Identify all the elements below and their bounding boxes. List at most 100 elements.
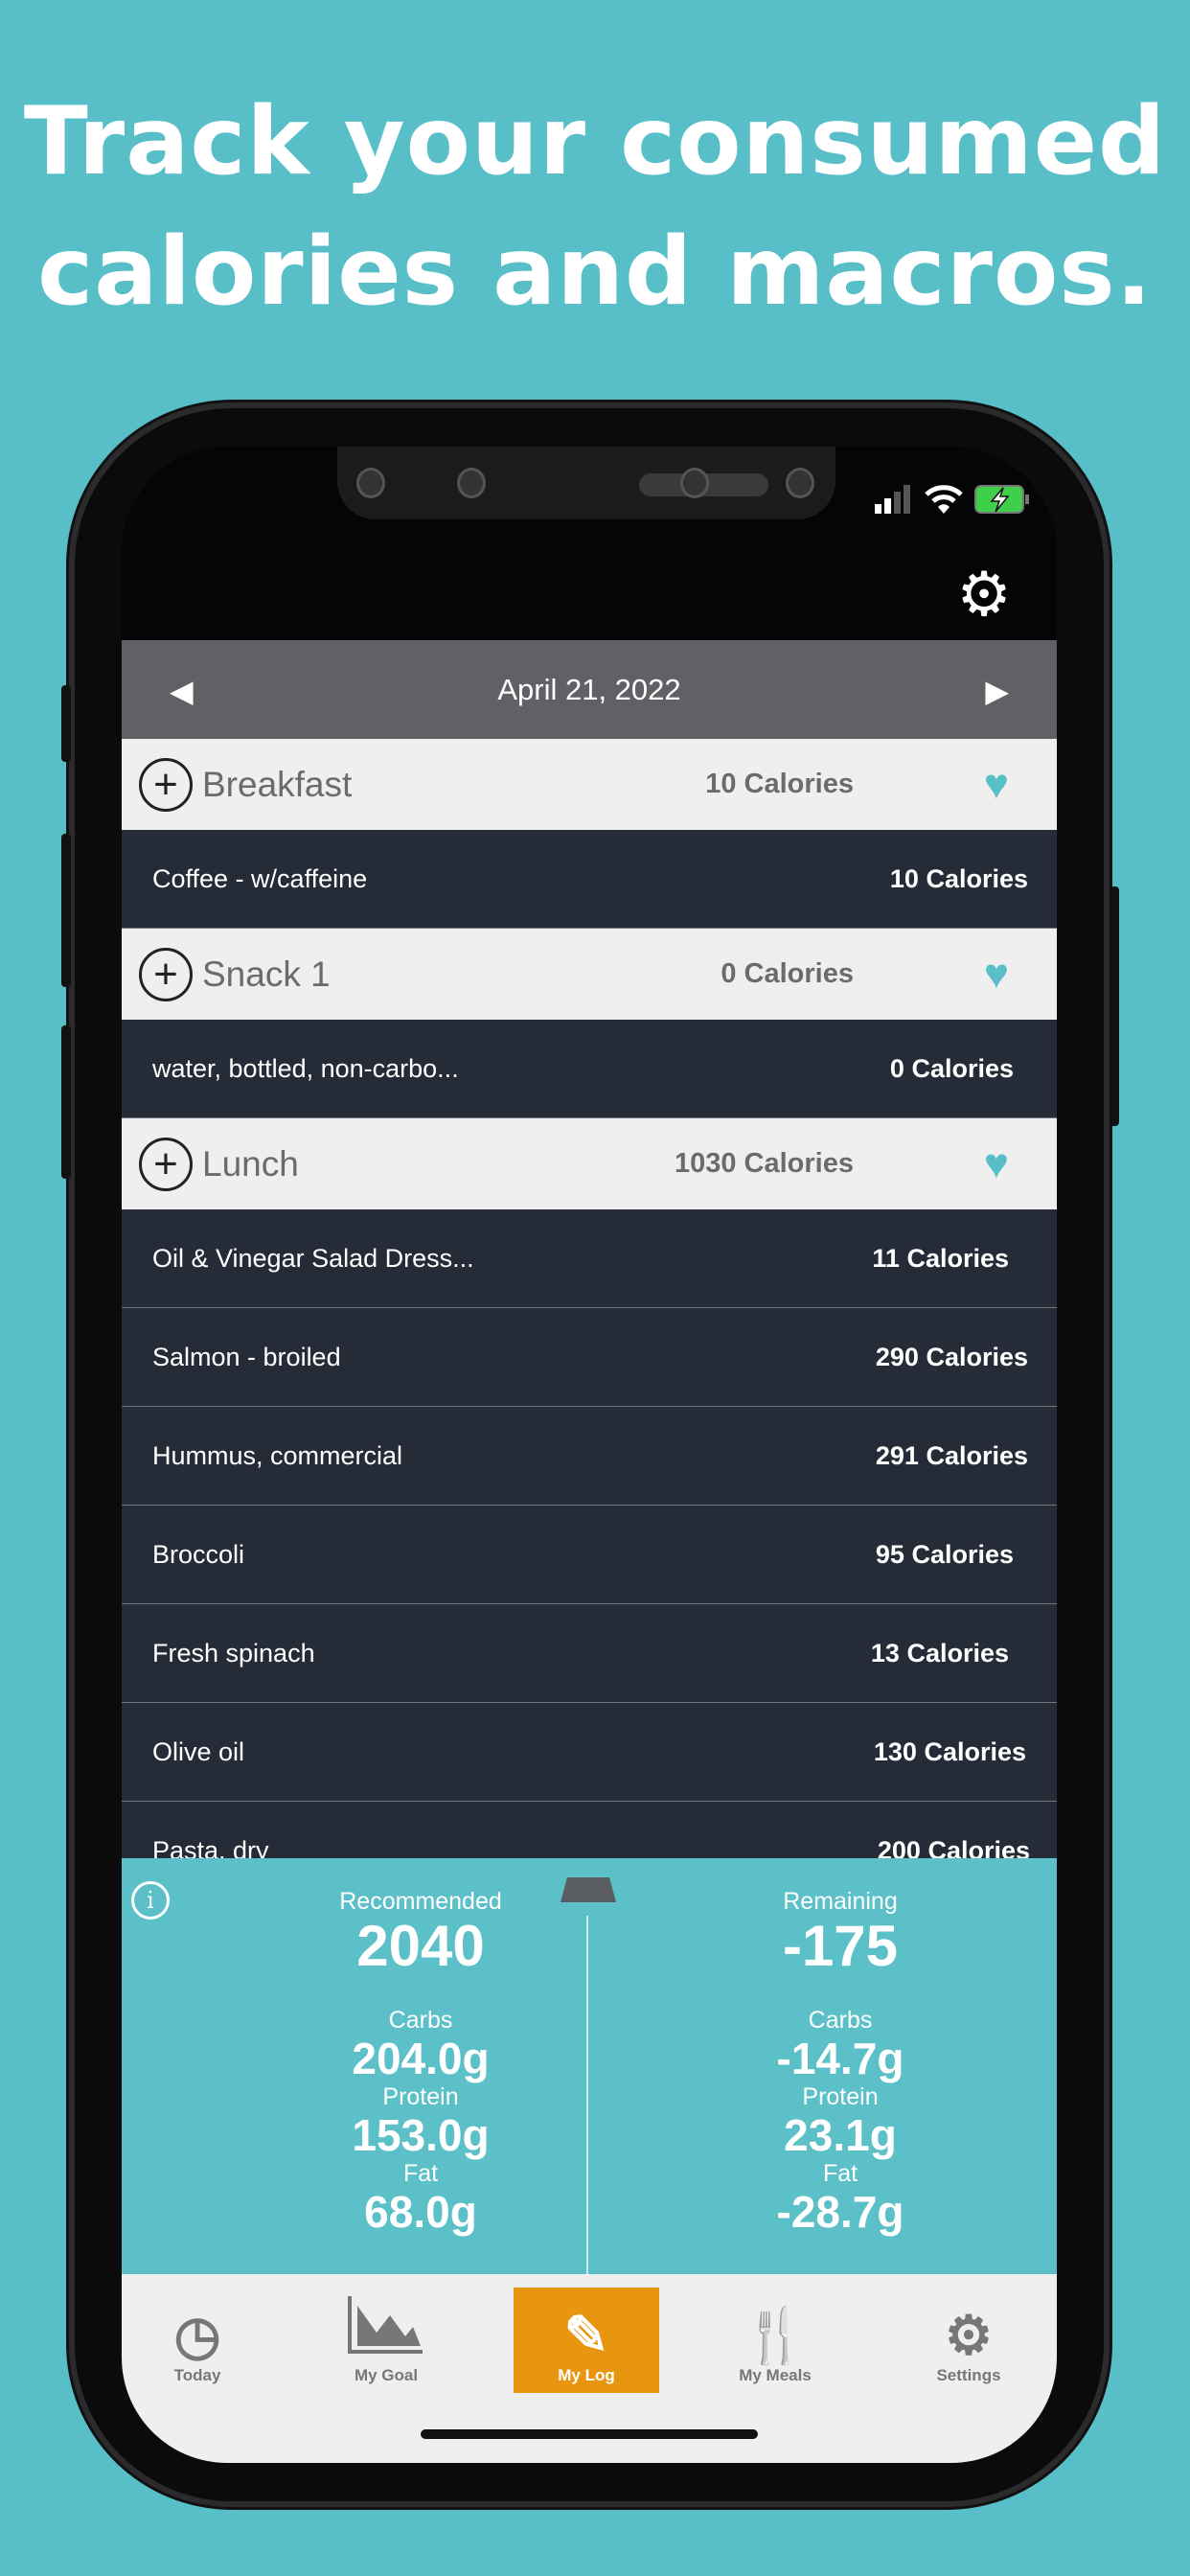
remaining-fat: -28.7g — [776, 2187, 904, 2237]
food-name: Salmon - broiled — [152, 1342, 341, 1371]
notebook-pencil-icon: ✎ — [563, 2305, 609, 2365]
food-calories: 130 Calories — [873, 1736, 1026, 1766]
tab-today[interactable]: ◷ Today — [125, 2288, 270, 2393]
home-indicator[interactable] — [421, 2429, 758, 2439]
food-item[interactable]: Salmon - broiled 290 Calories — [122, 1308, 1057, 1407]
carbs-label: Carbs — [388, 2007, 453, 2034]
carbs-label: Carbs — [808, 2007, 873, 2034]
tab-my-meals[interactable]: 🍴 My Meals — [702, 2288, 848, 2393]
next-day-arrow-icon[interactable]: ▶ — [985, 673, 1009, 709]
wifi-icon — [925, 485, 963, 514]
sensor — [356, 468, 385, 498]
tab-settings[interactable]: ⚙ Settings — [896, 2288, 1041, 2393]
recommended-calories: 2040 — [356, 1914, 485, 1978]
headline-line-1: Track your consumed — [23, 87, 1167, 196]
meal-name: Lunch — [202, 1143, 299, 1184]
food-item[interactable]: Hummus, commercial 291 Calories — [122, 1407, 1057, 1506]
fat-label: Fat — [402, 2160, 439, 2187]
food-name: Oil & Vinegar Salad Dress... — [152, 1243, 474, 1273]
drawer-handle[interactable] — [561, 1877, 616, 1902]
food-calories: 0 Calories — [889, 1053, 1014, 1083]
food-name: water, bottled, non-carbo... — [152, 1053, 459, 1083]
recommended-column: Recommended 2040 Carbs 204.0g Protein 15… — [277, 1887, 564, 2236]
recommended-label: Recommended — [339, 1888, 502, 1915]
remaining-label: Remaining — [783, 1888, 898, 1915]
add-food-plus-icon[interactable]: + — [139, 757, 193, 812]
favorite-heart-icon[interactable]: ♥ — [984, 761, 1009, 809]
food-item[interactable]: Coffee - w/caffeine 10 Calories — [122, 830, 1057, 929]
food-name: Fresh spinach — [152, 1638, 315, 1668]
sensor — [680, 468, 709, 498]
info-icon[interactable]: i — [131, 1881, 170, 1920]
favorite-heart-icon[interactable]: ♥ — [984, 951, 1009, 999]
app-screen: ⚙ ◀ April 21, 2022 ▶ + Breakfast 10 Calo… — [122, 447, 1057, 2463]
meal-header-breakfast[interactable]: + Breakfast 10 Calories ♥ — [122, 739, 1057, 830]
signal-icon — [875, 485, 910, 514]
chart-icon — [348, 2296, 424, 2366]
favorite-heart-icon[interactable]: ♥ — [984, 1140, 1009, 1188]
tab-my-log[interactable]: ✎ My Log — [514, 2288, 659, 2393]
food-name: Broccoli — [152, 1539, 245, 1569]
food-item[interactable]: Fresh spinach 13 Calories — [122, 1604, 1057, 1703]
phone-button — [1110, 886, 1119, 1126]
recommended-protein: 153.0g — [352, 2110, 490, 2160]
food-calories: 10 Calories — [889, 863, 1028, 893]
meal-calories: 0 Calories — [721, 958, 854, 989]
tab-label: My Goal — [354, 2366, 419, 2384]
clock-icon: ◷ — [173, 2305, 221, 2365]
fat-label: Fat — [822, 2160, 858, 2187]
tab-label: My Meals — [739, 2366, 812, 2384]
remaining-carbs: -14.7g — [776, 2034, 904, 2083]
meal-calories: 10 Calories — [705, 769, 854, 799]
notch — [337, 447, 835, 519]
food-item[interactable]: Broccoli 95 Calories — [122, 1506, 1057, 1604]
meal-calories: 1030 Calories — [674, 1148, 854, 1179]
recommended-fat: 68.0g — [364, 2187, 477, 2237]
food-name: Olive oil — [152, 1736, 245, 1766]
front-camera — [786, 468, 814, 498]
headline: Track your consumed calories and macros. — [0, 77, 1190, 337]
battery-charging-icon — [974, 485, 1029, 514]
headline-line-2: calories and macros. — [37, 218, 1153, 327]
tab-my-goal[interactable]: My Goal — [313, 2288, 459, 2393]
food-name: Hummus, commercial — [152, 1440, 403, 1470]
food-name: Coffee - w/caffeine — [152, 863, 368, 893]
phone-button — [61, 1025, 71, 1179]
recommended-carbs: 204.0g — [352, 2034, 490, 2083]
add-food-plus-icon[interactable]: + — [139, 947, 193, 1001]
gear-icon: ⚙ — [944, 2305, 994, 2365]
tab-label: My Log — [558, 2366, 615, 2384]
protein-label: Protein — [382, 2083, 459, 2110]
add-food-plus-icon[interactable]: + — [139, 1137, 193, 1191]
food-item[interactable]: Olive oil 130 Calories — [122, 1703, 1057, 1802]
tab-label: Settings — [936, 2366, 1001, 2384]
food-calories: 95 Calories — [875, 1539, 1014, 1569]
tab-label: Today — [173, 2366, 221, 2384]
meal-header-lunch[interactable]: + Lunch 1030 Calories ♥ — [122, 1118, 1057, 1209]
food-calories: 290 Calories — [875, 1342, 1028, 1371]
meal-name: Breakfast — [202, 764, 353, 804]
food-calories: 291 Calories — [875, 1440, 1028, 1470]
fork-knife-icon: 🍴 — [742, 2305, 809, 2365]
divider — [586, 1916, 588, 2274]
settings-gear-icon[interactable]: ⚙ — [955, 564, 1013, 625]
phone-button — [61, 834, 71, 987]
remaining-protein: 23.1g — [784, 2110, 897, 2160]
nutrition-summary-panel: i Recommended 2040 Carbs 204.0g Protein … — [122, 1858, 1057, 2274]
food-calories: 11 Calories — [872, 1243, 1009, 1273]
remaining-calories: -175 — [782, 1914, 899, 1978]
meal-header-snack-1[interactable]: + Snack 1 0 Calories ♥ — [122, 929, 1057, 1020]
current-date: April 21, 2022 — [497, 672, 681, 706]
food-log-list[interactable]: + Breakfast 10 Calories ♥ Coffee - w/caf… — [122, 739, 1057, 1900]
food-item[interactable]: water, bottled, non-carbo... 0 Calories — [122, 1020, 1057, 1118]
meal-name: Snack 1 — [202, 954, 331, 994]
remaining-column: Remaining -175 Carbs -14.7g Protein 23.1… — [697, 1887, 984, 2236]
protein-label: Protein — [802, 2083, 879, 2110]
date-bar: ◀ April 21, 2022 ▶ — [122, 640, 1057, 739]
previous-day-arrow-icon[interactable]: ◀ — [170, 673, 194, 709]
status-bar — [875, 485, 1030, 514]
phone-button — [61, 685, 71, 762]
sensor — [457, 468, 486, 498]
food-item[interactable]: Oil & Vinegar Salad Dress... 11 Calories — [122, 1209, 1057, 1308]
food-calories: 13 Calories — [870, 1638, 1009, 1668]
